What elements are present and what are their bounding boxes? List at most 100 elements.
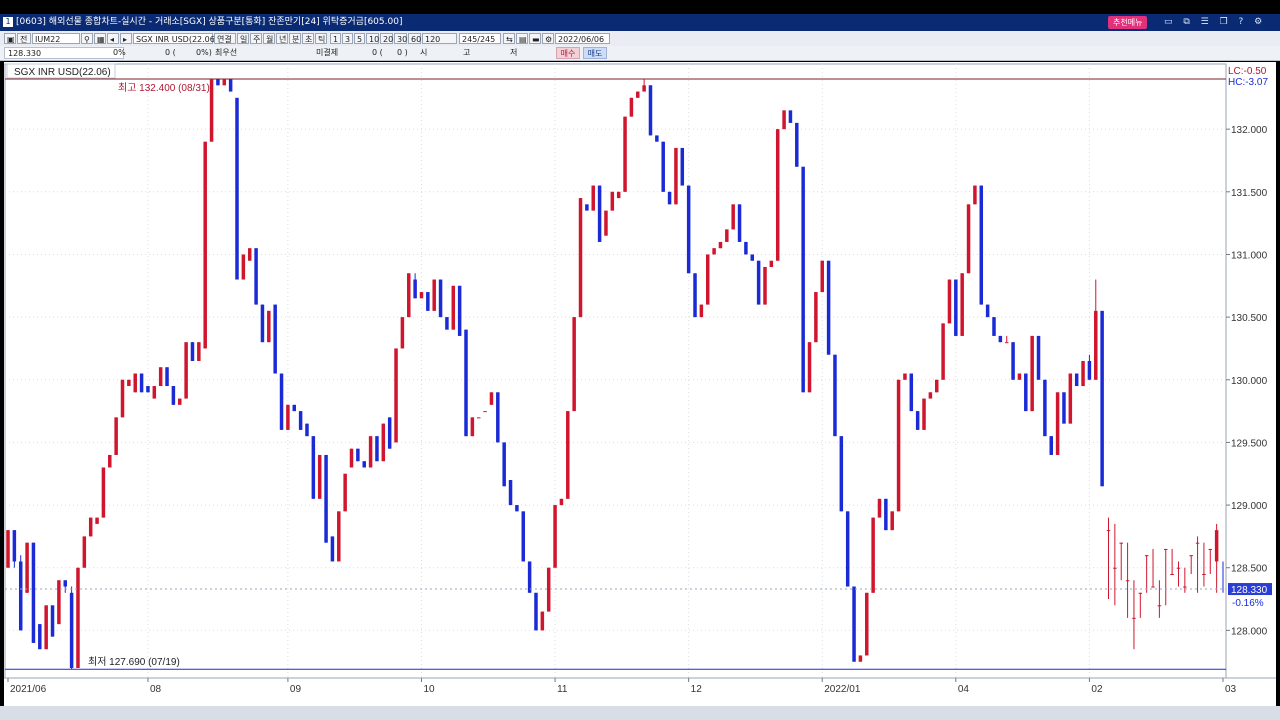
candle-body xyxy=(1176,567,1181,569)
open-interest: 0 ( xyxy=(372,48,383,57)
gear-icon[interactable]: ⚙ xyxy=(542,33,554,44)
candle-body xyxy=(241,254,246,280)
tab-minute[interactable]: 분 xyxy=(289,33,301,44)
y-tick-label: 131.000 xyxy=(1231,250,1268,261)
sell-button[interactable]: 매도 xyxy=(583,47,607,59)
candle-body xyxy=(1214,530,1219,562)
candle-body xyxy=(101,467,106,518)
recommend-menu-button[interactable]: 추천메뉴 xyxy=(1108,16,1148,29)
chart-toolbar: ▣ 전 IUM22 ⚲ ▦ ◂ ▸ SGX INR USD(22.06) 연결 … xyxy=(0,31,1280,47)
tab-week[interactable]: 주 xyxy=(250,33,262,44)
candle-body xyxy=(158,367,163,387)
save-icon[interactable]: ▬ xyxy=(529,33,541,44)
candle-body xyxy=(368,436,373,468)
candle-body xyxy=(966,204,971,274)
interval-5-button[interactable]: 5 xyxy=(354,33,365,44)
zoom-icon[interactable]: ⇆ xyxy=(503,33,515,44)
x-tick-label: 11 xyxy=(557,684,568,695)
candle-body xyxy=(76,567,80,668)
chart-area[interactable]: 128.000 128.500 129.000 129.500 130.000 130.5… xyxy=(4,62,1276,706)
x-tick-label: 2022/01 xyxy=(824,684,861,695)
candle-body xyxy=(566,411,570,499)
grid-icon[interactable]: ▦ xyxy=(94,33,106,44)
contract-name-field: SGX INR USD(22.06) xyxy=(133,33,218,44)
candle-body xyxy=(114,417,118,455)
candle-body xyxy=(1138,592,1143,594)
candle-body xyxy=(426,292,430,311)
candle-body xyxy=(457,285,462,336)
search-icon[interactable]: ⚲ xyxy=(81,33,93,44)
high-label: 최고 132.400 (08/31) xyxy=(118,82,210,94)
sound-icon[interactable]: ◂ xyxy=(107,33,119,44)
candle-body xyxy=(1113,567,1117,569)
interval-10-button[interactable]: 10 xyxy=(366,33,379,44)
window-control-icons[interactable]: ▭ ⧉ ☰ ❐ ? ⚙ xyxy=(1164,14,1266,31)
candle-body xyxy=(578,198,583,318)
view-button[interactable]: 전 xyxy=(17,33,31,44)
plot-frame xyxy=(4,63,1227,679)
tab-second[interactable]: 초 xyxy=(302,33,314,44)
candle-body xyxy=(413,279,417,299)
candle-body xyxy=(1132,617,1136,619)
candle-body xyxy=(686,185,691,274)
x-tick-label: 10 xyxy=(423,684,435,695)
candle-body xyxy=(1094,310,1098,380)
layout-icon[interactable]: ▣ xyxy=(4,33,16,44)
candle-body xyxy=(337,511,341,562)
candle-body xyxy=(775,129,780,261)
candle-body xyxy=(527,561,532,593)
interval-20-button[interactable]: 20 xyxy=(380,33,393,44)
candle-body xyxy=(57,580,61,625)
candle-body xyxy=(305,423,309,437)
date-field[interactable]: 2022/06/06 xyxy=(555,33,610,44)
candle-body xyxy=(795,122,799,167)
candle-body xyxy=(317,454,322,499)
candle-body xyxy=(973,185,977,205)
contract-code-input[interactable]: IUM22 xyxy=(32,33,80,44)
candle-body xyxy=(985,304,990,318)
candle-body xyxy=(489,392,494,405)
lock-icon[interactable]: ▤ xyxy=(516,33,528,44)
interval-60-button[interactable]: 60 xyxy=(408,33,421,44)
candle-body xyxy=(375,436,379,462)
candle-body xyxy=(508,480,513,506)
interval-30-button[interactable]: 30 xyxy=(394,33,407,44)
price-chart[interactable]: 128.000 128.500 129.000 129.500 130.000 130.5… xyxy=(4,62,1276,706)
tab-month[interactable]: 월 xyxy=(263,33,275,44)
candle-body xyxy=(604,210,608,236)
candle-body xyxy=(636,91,640,98)
candle-body xyxy=(890,511,894,531)
interval-1-button[interactable]: 1 xyxy=(330,33,341,44)
candle-body xyxy=(1106,530,1111,532)
hc-label: HC:-3.07 xyxy=(1228,77,1268,88)
scrollbar[interactable] xyxy=(0,706,1280,720)
candle-body xyxy=(12,530,17,562)
candle-body xyxy=(922,398,926,430)
candle-body xyxy=(909,373,914,412)
candle-body xyxy=(235,97,239,280)
candle-body xyxy=(438,279,443,318)
open-interest-close: 0 ) xyxy=(397,48,408,57)
tab-day[interactable]: 일 xyxy=(237,33,249,44)
candle-body xyxy=(814,292,818,343)
interval-3-button[interactable]: 3 xyxy=(342,33,353,44)
tab-tick[interactable]: 틱 xyxy=(315,33,327,44)
tab-year[interactable]: 년 xyxy=(276,33,288,44)
step-icon[interactable]: ▸ xyxy=(120,33,132,44)
candle-body xyxy=(992,317,996,336)
candle-body xyxy=(667,191,672,205)
candle-body xyxy=(1081,360,1085,387)
candle-body xyxy=(451,285,456,330)
candle-body xyxy=(267,310,271,343)
candle-body xyxy=(1049,436,1053,455)
buy-button[interactable]: 매수 xyxy=(556,47,580,59)
candle-body xyxy=(521,511,526,562)
candle-body xyxy=(928,392,933,399)
link-button[interactable]: 연결 xyxy=(214,33,236,44)
candle-body xyxy=(44,605,48,650)
candle-body xyxy=(483,411,487,413)
interval-120-button[interactable]: 120 xyxy=(422,33,457,44)
candle-body xyxy=(1202,573,1206,575)
count-field[interactable]: 245/245 xyxy=(459,33,501,44)
candle-body xyxy=(1087,360,1092,380)
